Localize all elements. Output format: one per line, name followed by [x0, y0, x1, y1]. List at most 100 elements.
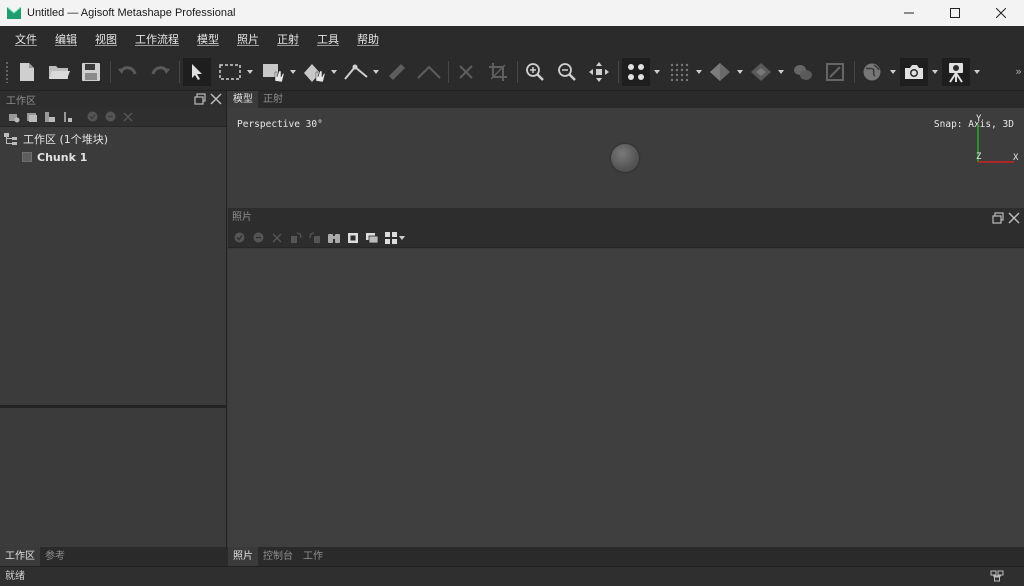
- network-status-icon[interactable]: [990, 570, 1004, 582]
- show-cameras-button[interactable]: [900, 58, 928, 86]
- add-photos-button[interactable]: [24, 109, 40, 125]
- filter-cameras-button[interactable]: [326, 230, 342, 246]
- region-dropdown-icon[interactable]: [290, 70, 296, 74]
- dense-dropdown-icon[interactable]: [696, 70, 702, 74]
- toolbar-separator: [110, 61, 111, 83]
- points-icon: [628, 64, 644, 80]
- selection-dropdown-icon[interactable]: [247, 70, 253, 74]
- maximize-button[interactable]: [932, 0, 978, 26]
- undo-button[interactable]: [114, 58, 142, 86]
- zoom-in-button[interactable]: [521, 58, 549, 86]
- close-panel-icon[interactable]: [210, 93, 222, 105]
- minimize-button[interactable]: [886, 0, 932, 26]
- panel-splitter[interactable]: [0, 405, 226, 408]
- float-panel-icon[interactable]: [194, 93, 206, 105]
- tiled-model-button[interactable]: [747, 58, 775, 86]
- cameras-dropdown-icon[interactable]: [932, 70, 938, 74]
- save-icon: [82, 63, 100, 81]
- metashape-logo-icon: [7, 7, 21, 19]
- points-dropdown-icon[interactable]: [654, 70, 660, 74]
- rotate-left-button[interactable]: [307, 230, 323, 246]
- title-bar: Untitled — Agisoft Metashape Professiona…: [0, 0, 1024, 26]
- show-shapes-button[interactable]: [858, 58, 886, 86]
- orthomosaic-button[interactable]: [821, 58, 849, 86]
- navigation-tool-button[interactable]: [183, 58, 211, 86]
- photos-toolbar: [228, 228, 1024, 248]
- save-project-button[interactable]: [77, 58, 105, 86]
- enable-cameras-button[interactable]: [231, 230, 247, 246]
- tree-item-chunk[interactable]: Chunk 1: [0, 148, 226, 166]
- crop-selection-button[interactable]: [484, 58, 512, 86]
- show-points-button[interactable]: [622, 58, 650, 86]
- window-title: Untitled — Agisoft Metashape Professiona…: [27, 7, 236, 19]
- object-dropdown-icon[interactable]: [331, 70, 337, 74]
- reset-view-button[interactable]: [585, 58, 613, 86]
- photos-list-area[interactable]: [228, 249, 1024, 547]
- add-marker-button[interactable]: [60, 109, 76, 125]
- remove-items-button[interactable]: [120, 109, 136, 125]
- toolbar-grip-icon[interactable]: [5, 61, 9, 83]
- crop-icon: [489, 63, 507, 81]
- shapes-dropdown-icon[interactable]: [890, 70, 896, 74]
- menu-file[interactable]: 文件: [6, 26, 46, 53]
- menu-bar: 文件 编辑 视图 工作流程 模型 照片 正射 工具 帮助: [0, 26, 1024, 53]
- float-panel-icon[interactable]: [992, 212, 1004, 224]
- tab-jobs[interactable]: 工作: [298, 547, 328, 566]
- model-shaded-button[interactable]: [706, 58, 734, 86]
- menu-view[interactable]: 视图: [86, 26, 126, 53]
- disable-items-button[interactable]: [102, 109, 118, 125]
- tab-workspace[interactable]: 工作区: [0, 547, 40, 566]
- dem-button[interactable]: [789, 58, 817, 86]
- tiled-dropdown-icon[interactable]: [778, 70, 784, 74]
- menu-edit[interactable]: 编辑: [46, 26, 86, 53]
- draw-dropdown-icon[interactable]: [373, 70, 379, 74]
- shaded-dropdown-icon[interactable]: [737, 70, 743, 74]
- mask-icon: [348, 232, 358, 243]
- add-folder-button[interactable]: [42, 109, 58, 125]
- view-mode-button[interactable]: [383, 230, 399, 246]
- add-chunk-button[interactable]: [6, 109, 22, 125]
- delete-selection-button[interactable]: [452, 58, 480, 86]
- show-images-button[interactable]: [364, 230, 380, 246]
- open-project-button[interactable]: [45, 58, 73, 86]
- new-project-button[interactable]: [13, 58, 41, 86]
- move-object-button[interactable]: [299, 58, 327, 86]
- show-masks-button[interactable]: [345, 230, 361, 246]
- rectangle-selection-button[interactable]: [216, 58, 244, 86]
- model-view-tabs: 模型 正射: [228, 91, 1024, 108]
- tree-item-workspace[interactable]: 工作区 (1个堆块): [0, 130, 226, 148]
- trackball-sphere-icon[interactable]: [611, 144, 639, 172]
- disable-cameras-button[interactable]: [250, 230, 266, 246]
- toolbar-overflow-button[interactable]: »: [1015, 65, 1022, 78]
- model-viewport[interactable]: Perspective 30° Snap: Axis, 3D Y Z X: [228, 108, 1024, 208]
- tab-photos[interactable]: 照片: [228, 547, 258, 566]
- move-region-button[interactable]: [259, 58, 287, 86]
- menu-model[interactable]: 模型: [188, 26, 228, 53]
- menu-photo[interactable]: 照片: [228, 26, 268, 53]
- minus-circle-icon: [105, 111, 115, 122]
- menu-help[interactable]: 帮助: [348, 26, 388, 53]
- menu-tools[interactable]: 工具: [308, 26, 348, 53]
- tab-model[interactable]: 模型: [228, 91, 258, 108]
- dense-cloud-button[interactable]: [665, 58, 693, 86]
- menu-ortho[interactable]: 正射: [268, 26, 308, 53]
- close-button[interactable]: [978, 0, 1024, 26]
- view-mode-dropdown-icon[interactable]: [399, 235, 405, 240]
- remove-cameras-button[interactable]: [269, 230, 285, 246]
- angle-icon: [417, 65, 441, 79]
- polyline-measure-button[interactable]: [415, 58, 443, 86]
- ruler-button[interactable]: [383, 58, 411, 86]
- menu-workflow[interactable]: 工作流程: [126, 26, 188, 53]
- zoom-out-button[interactable]: [553, 58, 581, 86]
- show-markers-button[interactable]: [942, 58, 970, 86]
- tab-reference[interactable]: 参考: [40, 547, 70, 566]
- redo-button[interactable]: [146, 58, 174, 86]
- tab-ortho[interactable]: 正射: [258, 91, 288, 108]
- markers-dropdown-icon[interactable]: [974, 70, 980, 74]
- enable-items-button[interactable]: [84, 109, 100, 125]
- close-panel-icon[interactable]: [1008, 212, 1020, 224]
- rotate-right-button[interactable]: [288, 230, 304, 246]
- tab-console[interactable]: 控制台: [258, 547, 298, 566]
- open-folder-icon: [49, 66, 70, 79]
- draw-polyline-button[interactable]: [342, 58, 370, 86]
